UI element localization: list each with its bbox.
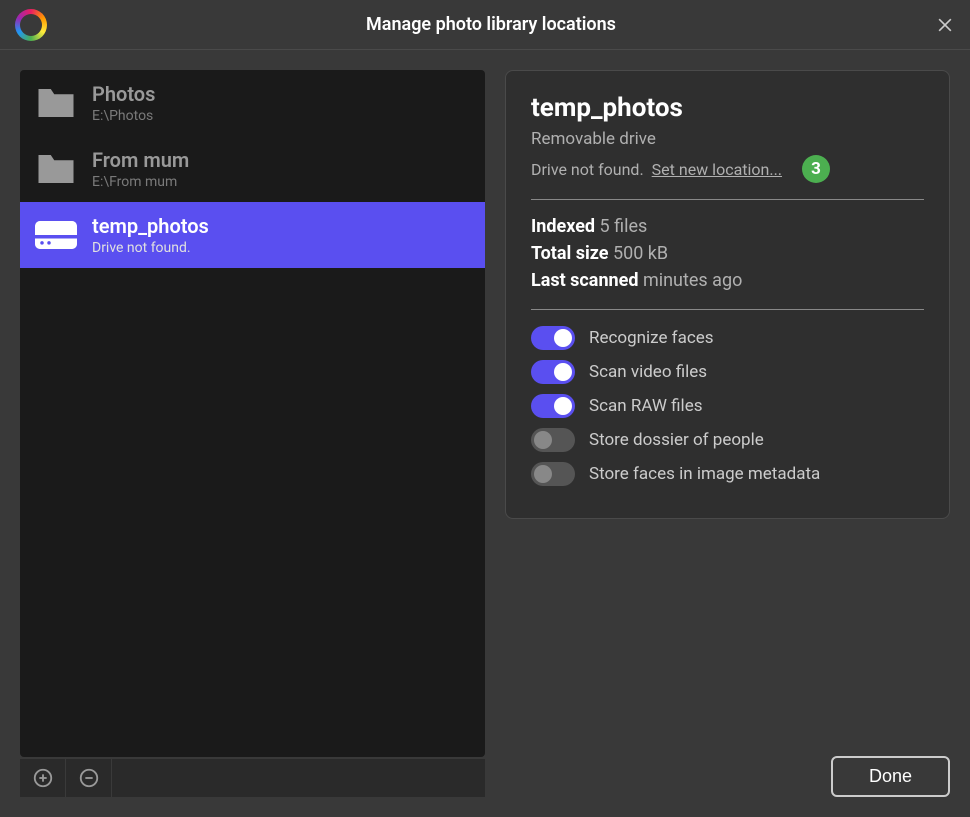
location-path: E:\From mum (92, 174, 189, 190)
set-new-location-link[interactable]: Set new location... (652, 160, 782, 179)
remove-location-button[interactable] (66, 759, 112, 797)
drive-status: Drive not found. (531, 160, 644, 179)
toggle-store-dossier[interactable] (531, 428, 575, 452)
location-item-from-mum[interactable]: From mum E:\From mum (20, 136, 485, 202)
divider (531, 309, 924, 310)
app-logo (15, 9, 47, 41)
drive-icon (35, 217, 77, 253)
location-path: Drive not found. (92, 240, 209, 256)
detail-title: temp_photos (531, 93, 924, 123)
toggle-scan-video[interactable] (531, 360, 575, 384)
location-name: Photos (92, 82, 155, 106)
close-icon[interactable] (935, 15, 955, 35)
location-path: E:\Photos (92, 108, 155, 124)
detail-card: temp_photos Removable drive Drive not fo… (505, 70, 950, 519)
size-stat: Total size 500 kB (531, 243, 924, 264)
minus-circle-icon (78, 767, 100, 789)
toggle-scan-raw[interactable] (531, 394, 575, 418)
toggle-label: Recognize faces (589, 328, 714, 348)
done-button[interactable]: Done (831, 756, 950, 797)
location-name: temp_photos (92, 214, 209, 238)
divider (531, 199, 924, 200)
indexed-stat: Indexed 5 files (531, 216, 924, 237)
window-title: Manage photo library locations (47, 14, 935, 35)
toggle-store-faces-metadata[interactable] (531, 462, 575, 486)
toggle-label: Store faces in image metadata (589, 464, 820, 484)
add-location-button[interactable] (20, 759, 66, 797)
location-name: From mum (92, 148, 189, 172)
location-list: Photos E:\Photos From mum E:\From mum te… (20, 70, 485, 757)
folder-icon (35, 151, 77, 187)
plus-circle-icon (32, 767, 54, 789)
detail-subtitle: Removable drive (531, 129, 924, 149)
location-item-photos[interactable]: Photos E:\Photos (20, 70, 485, 136)
toggle-label: Store dossier of people (589, 430, 764, 450)
location-item-temp-photos[interactable]: temp_photos Drive not found. (20, 202, 485, 268)
step-badge: 3 (802, 155, 830, 183)
toggle-label: Scan RAW files (589, 396, 702, 416)
scanned-stat: Last scanned minutes ago (531, 270, 924, 291)
folder-icon (35, 85, 77, 121)
toggle-recognize-faces[interactable] (531, 326, 575, 350)
toggle-label: Scan video files (589, 362, 707, 382)
